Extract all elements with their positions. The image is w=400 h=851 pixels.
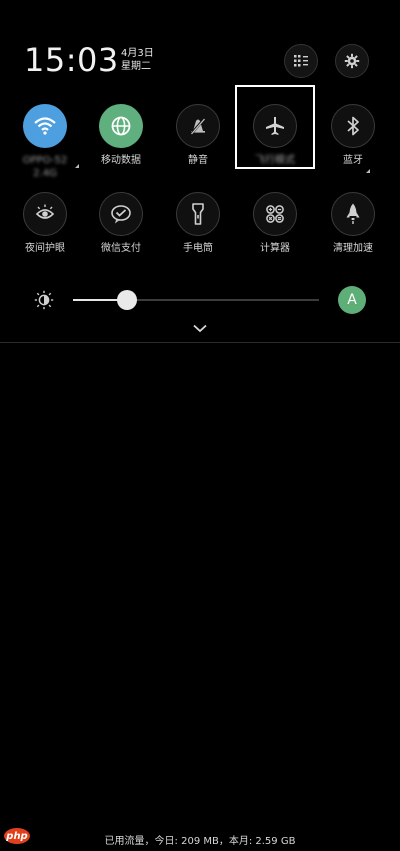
bluetooth-icon (347, 116, 359, 136)
date-block: 4月3日 星期二 (121, 47, 154, 73)
calculator-icon (266, 205, 284, 223)
data-usage-text: 已用流量，今日: 209 MB，本月: 2.59 GB (104, 836, 296, 847)
mute-toggle[interactable] (176, 104, 220, 148)
flashlight-toggle[interactable] (176, 192, 220, 236)
tile-wifi[interactable]: OPPO-52 2.4G (10, 104, 80, 180)
expand-panel-button[interactable] (188, 320, 212, 336)
tile-mute[interactable]: 静音 (163, 104, 233, 167)
wifi-icon (34, 117, 56, 135)
gear-icon (344, 53, 360, 69)
wechat-pay-toggle[interactable] (99, 192, 143, 236)
brightness-thumb[interactable] (117, 290, 137, 310)
clock: 15:03 (24, 41, 119, 79)
wifi-more-indicator (75, 164, 79, 168)
eye-care-icon (35, 204, 55, 219)
bluetooth-more-indicator (366, 169, 370, 173)
boost-label: 清理加速 (333, 243, 373, 254)
grid-edit-icon (294, 55, 308, 67)
edit-tiles-button[interactable] (284, 44, 318, 78)
tile-flashlight[interactable]: 手电筒 (163, 192, 233, 255)
brightness-icon (34, 290, 54, 310)
panel-divider (0, 342, 400, 343)
rocket-icon (346, 203, 360, 224)
airplane-highlight-box (235, 85, 315, 169)
mute-label: 静音 (188, 155, 208, 166)
flashlight-icon (192, 203, 204, 225)
bluetooth-toggle[interactable] (331, 104, 375, 148)
flashlight-label: 手电筒 (183, 243, 213, 254)
tile-wechat-pay[interactable]: 微信支付 (86, 192, 156, 255)
boost-toggle[interactable] (331, 192, 375, 236)
mobile-data-label: 移动数据 (101, 155, 141, 166)
tile-boost[interactable]: 清理加速 (318, 192, 388, 255)
tile-bluetooth[interactable]: 蓝牙 (318, 104, 388, 167)
chevron-down-icon (193, 324, 207, 332)
date-label: 4月3日 (121, 48, 154, 59)
mute-icon (190, 117, 206, 135)
bluetooth-label: 蓝牙 (343, 155, 363, 166)
tile-calculator[interactable]: 计算器 (240, 192, 310, 255)
mobile-data-toggle[interactable] (99, 104, 143, 148)
status-header: 15:03 4月3日 星期二 (0, 0, 400, 100)
wifi-sublabel: 2.4G (33, 168, 57, 179)
globe-icon (111, 116, 131, 136)
calculator-label: 计算器 (260, 243, 290, 254)
brightness-row: A (0, 282, 400, 318)
tile-eye-care[interactable]: 夜间护眼 (10, 192, 80, 255)
auto-brightness-button[interactable]: A (338, 286, 366, 314)
wechat-pay-label: 微信支付 (101, 243, 141, 254)
eye-care-label: 夜间护眼 (25, 243, 65, 254)
settings-button[interactable] (335, 44, 369, 78)
php-watermark-logo: php (4, 828, 30, 844)
tile-mobile-data[interactable]: 移动数据 (86, 104, 156, 167)
wifi-label: OPPO-52 (22, 155, 68, 166)
weekday-label: 星期二 (121, 61, 151, 72)
wifi-toggle[interactable] (23, 104, 67, 148)
calculator-toggle[interactable] (253, 192, 297, 236)
eye-care-toggle[interactable] (23, 192, 67, 236)
wechat-pay-icon (111, 205, 131, 224)
